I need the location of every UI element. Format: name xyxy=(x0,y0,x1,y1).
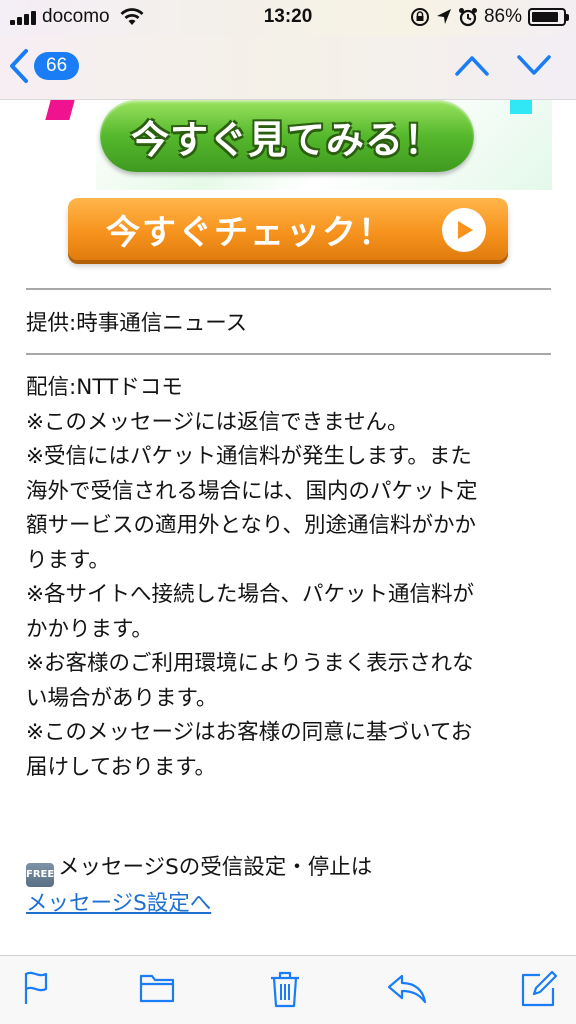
notice-line: 海外で受信される場合には、国内のパケット定 xyxy=(26,478,478,504)
notice-line: ※受信にはパケット通信料が発生します。また xyxy=(26,444,472,469)
settings-line: FREE メッセージSの受信設定・停止は xyxy=(26,851,372,887)
provider-text: 提供:時事通信ニュース xyxy=(26,311,248,336)
navigation-bar: 66 xyxy=(0,36,576,100)
back-button[interactable]: 66 xyxy=(8,48,80,84)
battery-percent: 86% xyxy=(483,6,522,27)
check-now-label: 今すぐチェック！ xyxy=(106,212,394,253)
view-now-button[interactable]: 今すぐ見てみる！ xyxy=(100,100,474,172)
notice-line: い場合があります。 xyxy=(26,685,218,711)
orientation-lock-icon xyxy=(410,8,429,26)
location-icon xyxy=(436,9,451,24)
check-now-button[interactable]: 今すぐチェック！ xyxy=(68,198,508,260)
play-icon xyxy=(442,208,486,252)
notice-line: ※このメッセージはお客様の同意に基づいてお xyxy=(26,720,473,745)
battery-icon xyxy=(528,8,569,26)
notice-line: ※このメッセージには返信できません。 xyxy=(26,409,409,435)
settings-link[interactable]: メッセージS設定へ xyxy=(26,887,372,922)
compose-icon[interactable] xyxy=(520,970,558,1008)
notice-line: 額サービスの適用外となり、別途通信料がかか xyxy=(26,513,476,538)
battery-level-fill xyxy=(532,12,558,22)
settings-block: FREE メッセージSの受信設定・停止は メッセージS設定へ xyxy=(26,851,372,922)
cyan-decoration xyxy=(510,100,532,114)
flag-icon[interactable] xyxy=(22,970,54,1006)
trash-icon[interactable] xyxy=(268,970,302,1008)
previous-message-icon[interactable] xyxy=(454,50,490,80)
divider-bottom xyxy=(26,353,551,355)
notice-line: ※お客様のご利用環境によりうまく表示されな xyxy=(26,651,474,676)
unread-count-badge: 66 xyxy=(34,52,80,80)
status-right-group: 86% xyxy=(410,6,569,28)
notice-line: 届けしております。 xyxy=(26,754,217,780)
alarm-icon xyxy=(458,8,477,27)
settings-text: メッセージSの受信設定・停止は xyxy=(58,855,373,880)
free-icon: FREE xyxy=(26,863,54,887)
bottom-toolbar xyxy=(0,955,576,1024)
divider-top xyxy=(26,288,551,290)
status-bar: docomo 13:20 86% xyxy=(0,0,576,36)
notice-line: ※各サイトへ接続した場合、パケット通信料が xyxy=(26,582,475,607)
next-message-icon[interactable] xyxy=(516,50,552,80)
notice-line: 配信:NTTドコモ xyxy=(26,375,183,400)
back-chevron-icon xyxy=(10,49,28,83)
folder-icon[interactable] xyxy=(139,970,175,1004)
pink-decoration xyxy=(45,100,75,120)
reply-icon[interactable] xyxy=(386,970,428,1006)
notice-line: かかります。 xyxy=(26,616,153,642)
notice-line: ります。 xyxy=(26,547,110,573)
notice-text-block: 配信:NTTドコモ ※このメッセージには返信できません。 ※受信にはパケット通信… xyxy=(26,371,478,785)
